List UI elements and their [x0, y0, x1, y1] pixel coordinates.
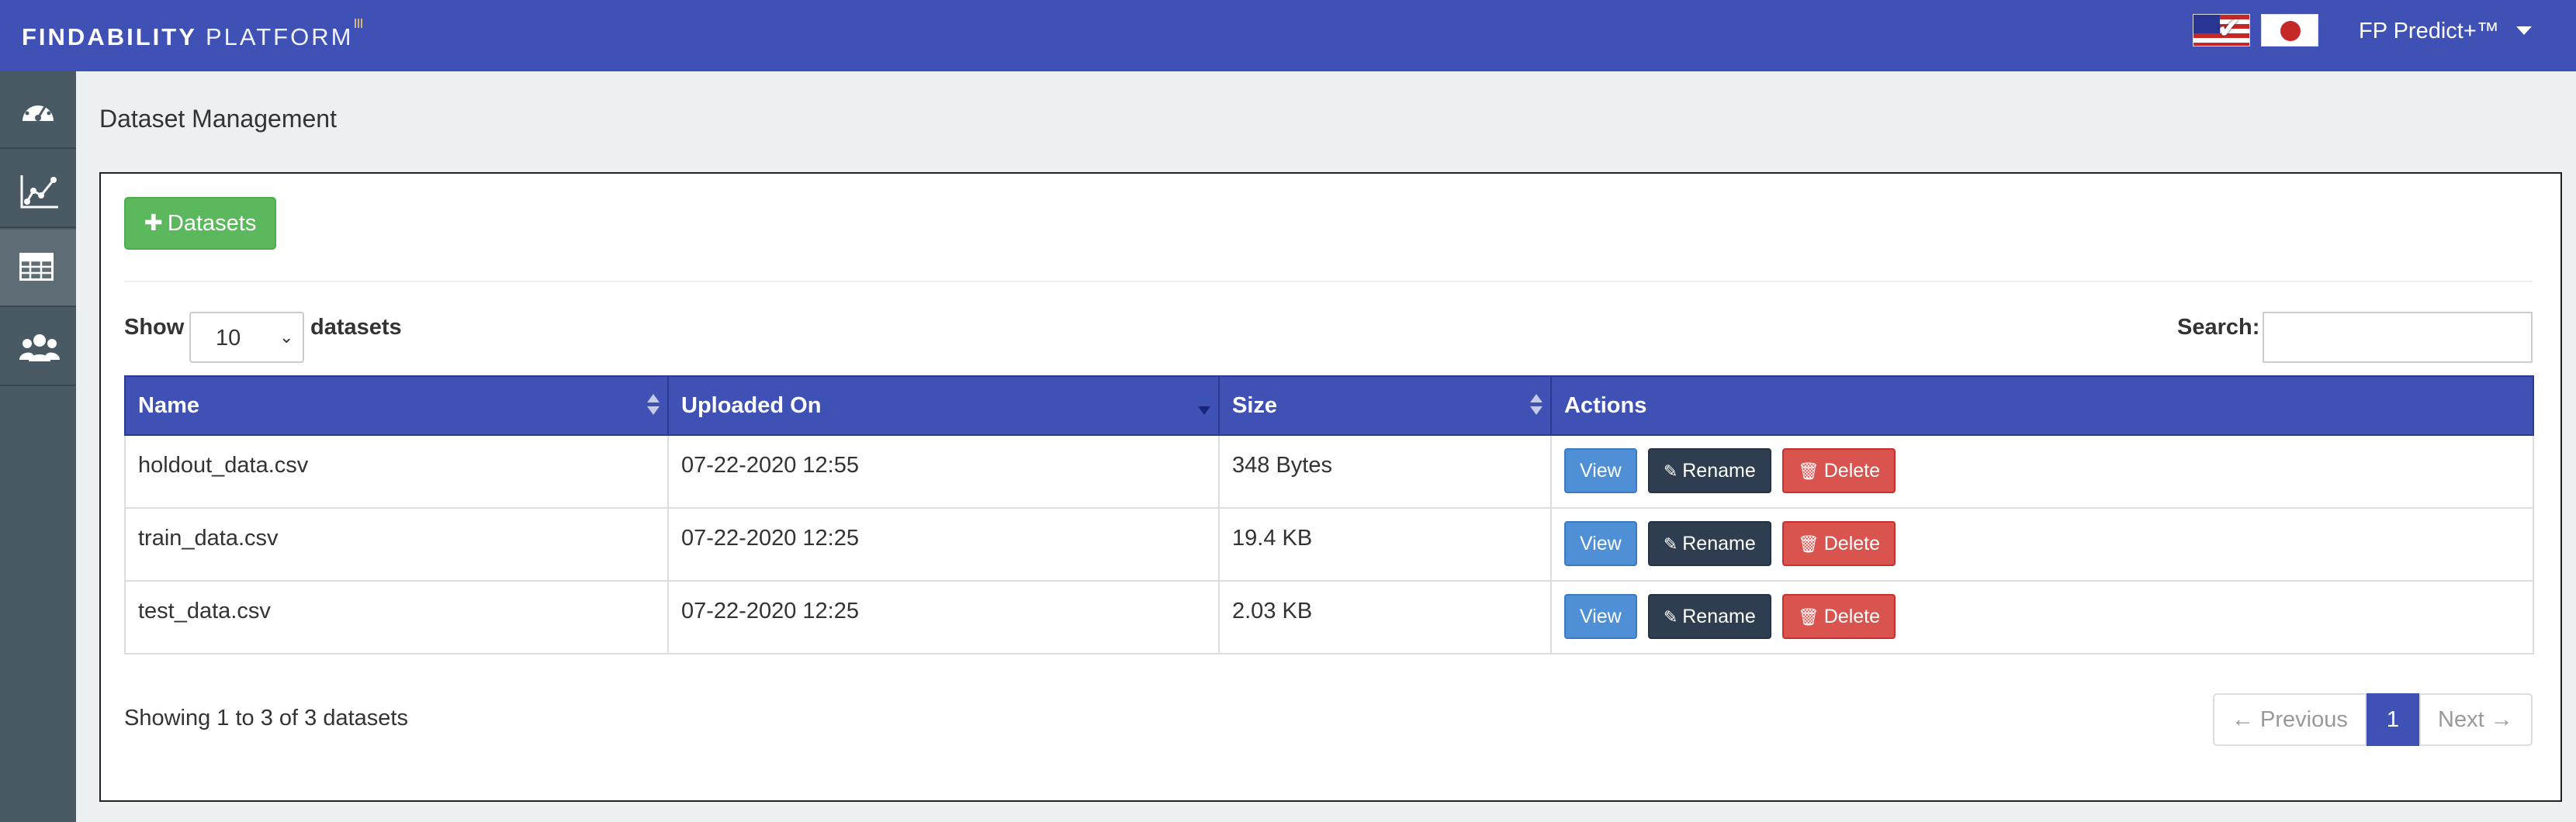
- search-label: Search:: [2177, 315, 2260, 340]
- users-icon: [19, 334, 60, 361]
- plus-icon: ✚: [144, 211, 163, 236]
- pencil-icon: ✎: [1663, 534, 1678, 554]
- table-header-row: Name Uploaded On Size Actions: [124, 375, 2534, 436]
- pencil-icon: ✎: [1663, 607, 1678, 627]
- app-logo[interactable]: FINDABILITY PLATFORM: [22, 19, 365, 51]
- cell-uploaded: 07-22-2020 12:55: [667, 434, 1220, 509]
- sort-icon: [1529, 394, 1544, 419]
- page-1-button[interactable]: 1: [2367, 693, 2419, 746]
- sidebar: [0, 71, 76, 822]
- en-flag-icon[interactable]: ✔: [2193, 12, 2250, 47]
- user-menu[interactable]: FP Predict+™: [2359, 19, 2499, 44]
- cell-size: 19.4 KB: [1218, 507, 1552, 582]
- rename-label: Rename: [1682, 460, 1756, 482]
- cell-uploaded: 07-22-2020 12:25: [667, 507, 1220, 582]
- logo-mark-icon: [355, 19, 365, 28]
- datasets-table: Name Uploaded On Size Actions holdout_da…: [124, 375, 2534, 654]
- delete-label: Delete: [1823, 606, 1881, 627]
- previous-page-button[interactable]: ← Previous: [2213, 693, 2367, 746]
- cell-name: train_data.csv: [124, 507, 669, 582]
- sort-icon: [646, 394, 661, 419]
- trash-icon: 🗑: [1797, 607, 1819, 627]
- view-label: View: [1580, 533, 1622, 554]
- chart-icon: [20, 175, 58, 209]
- view-button[interactable]: View: [1564, 521, 1637, 566]
- pencil-icon: ✎: [1663, 461, 1678, 481]
- show-label: Show: [124, 315, 185, 340]
- cell-actions: View ✎ Rename 🗑 Delete: [1550, 507, 2534, 582]
- rename-button[interactable]: ✎ Rename: [1647, 521, 1771, 566]
- rename-button[interactable]: ✎ Rename: [1647, 594, 1771, 639]
- column-header-name[interactable]: Name: [124, 375, 669, 436]
- delete-label: Delete: [1823, 533, 1881, 554]
- sort-desc-icon: [1196, 394, 1212, 419]
- rename-label: Rename: [1682, 533, 1756, 554]
- cell-name: test_data.csv: [124, 580, 669, 654]
- check-icon: ✔: [2217, 12, 2242, 45]
- add-datasets-button[interactable]: ✚ Datasets: [124, 197, 276, 250]
- delete-button[interactable]: 🗑 Delete: [1781, 448, 1896, 493]
- next-page-button[interactable]: Next →: [2419, 693, 2533, 746]
- cell-uploaded: 07-22-2020 12:25: [667, 580, 1220, 654]
- page-size-select[interactable]: 10 ⌄: [189, 312, 304, 363]
- page-size-value: 10: [216, 326, 241, 351]
- chevron-down-icon[interactable]: [2516, 26, 2532, 35]
- logo-text-bold: FINDABILITY: [22, 23, 197, 50]
- column-header-size[interactable]: Size: [1218, 375, 1552, 436]
- sidebar-item-users[interactable]: [0, 309, 76, 386]
- cell-name: holdout_data.csv: [124, 434, 669, 509]
- column-header-actions: Actions: [1550, 375, 2534, 436]
- rename-button[interactable]: ✎ Rename: [1647, 448, 1771, 493]
- logo-text-light: PLATFORM: [205, 23, 354, 50]
- view-button[interactable]: View: [1564, 448, 1637, 493]
- table-info: Showing 1 to 3 of 3 datasets: [124, 706, 408, 730]
- top-bar: FINDABILITY PLATFORM ✔ FP Predict+™: [0, 0, 2576, 71]
- page-title: Dataset Management: [99, 105, 337, 133]
- add-datasets-label: Datasets: [167, 211, 257, 236]
- column-header-label: Name: [138, 392, 199, 418]
- cell-size: 2.03 KB: [1218, 580, 1552, 654]
- column-header-label: Uploaded On: [681, 392, 822, 418]
- trash-icon: 🗑: [1797, 534, 1819, 554]
- datasets-panel: ✚ Datasets Show 10 ⌄ datasets Search: Nam…: [99, 172, 2562, 802]
- search-input[interactable]: [2263, 312, 2533, 363]
- rename-label: Rename: [1682, 606, 1756, 627]
- column-header-label: Actions: [1564, 392, 1647, 418]
- datasets-label: datasets: [310, 315, 402, 340]
- column-header-uploaded[interactable]: Uploaded On: [667, 375, 1220, 436]
- cell-actions: View ✎ Rename 🗑 Delete: [1550, 434, 2534, 509]
- flag-canton: [2193, 15, 2220, 33]
- table-row: holdout_data.csv 07-22-2020 12:55 348 By…: [124, 434, 2534, 509]
- trash-icon: 🗑: [1797, 461, 1819, 481]
- cell-size: 348 Bytes: [1218, 434, 1552, 509]
- sidebar-item-analytics[interactable]: [0, 150, 76, 228]
- view-button[interactable]: View: [1564, 594, 1637, 639]
- table-row: test_data.csv 07-22-2020 12:25 2.03 KB V…: [124, 580, 2534, 654]
- delete-button[interactable]: 🗑 Delete: [1781, 521, 1896, 566]
- column-header-label: Size: [1232, 392, 1278, 418]
- chevron-down-icon: ⌄: [279, 327, 294, 347]
- flag-sun: [2280, 21, 2301, 41]
- pagination: ← Previous 1 Next →: [2213, 693, 2533, 746]
- view-label: View: [1580, 460, 1622, 482]
- delete-label: Delete: [1823, 460, 1881, 482]
- view-label: View: [1580, 606, 1622, 627]
- divider: [124, 281, 2533, 282]
- delete-button[interactable]: 🗑 Delete: [1781, 594, 1896, 639]
- table-icon: [19, 253, 54, 281]
- sidebar-item-dashboard[interactable]: [0, 71, 76, 149]
- cell-actions: View ✎ Rename 🗑 Delete: [1550, 580, 2534, 654]
- sidebar-item-datasets[interactable]: [0, 230, 76, 307]
- table-row: train_data.csv 07-22-2020 12:25 19.4 KB …: [124, 507, 2534, 582]
- jp-flag-icon[interactable]: [2261, 14, 2318, 47]
- dashboard-icon: [23, 99, 54, 121]
